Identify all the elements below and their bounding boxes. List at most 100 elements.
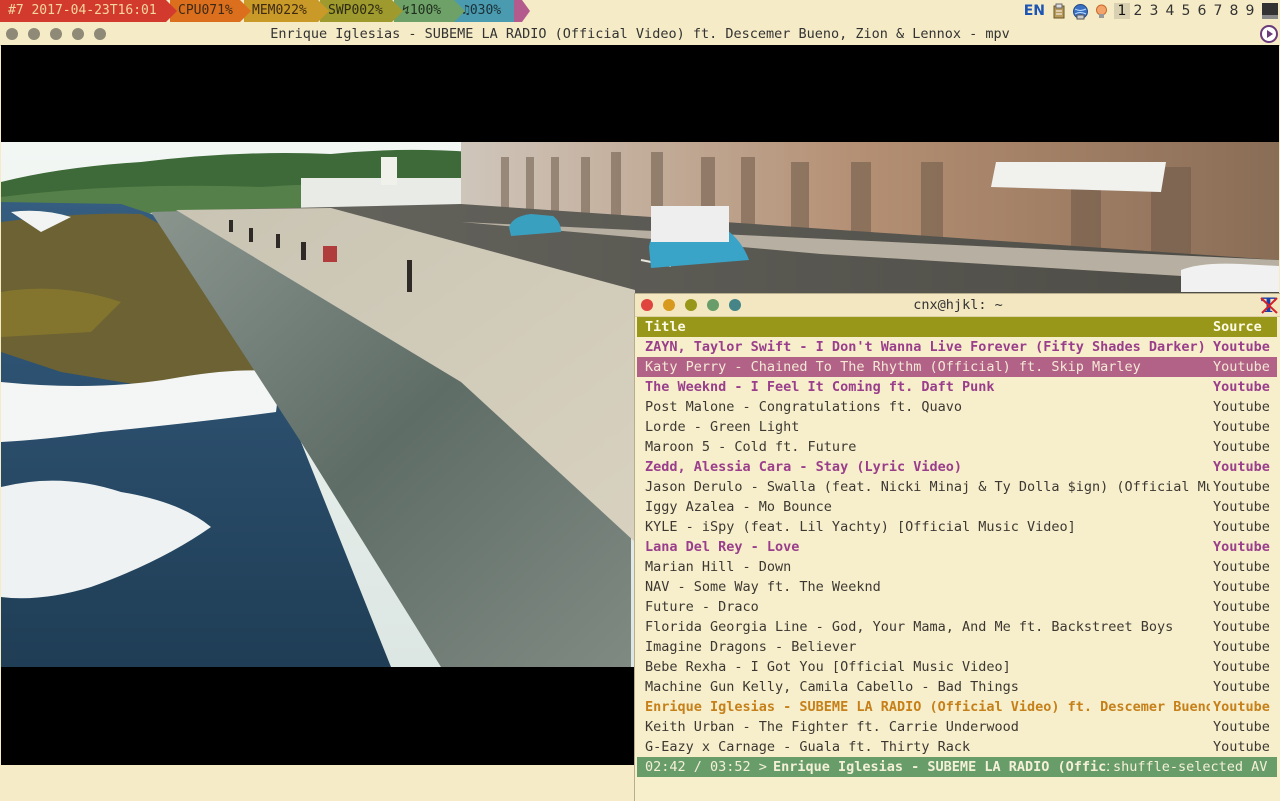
keyboard-layout-indicator[interactable]: EN: [1024, 3, 1045, 19]
track-title: Bebe Rexha - I Got You [Official Music V…: [645, 659, 1011, 675]
track-source: Youtube: [1213, 579, 1270, 595]
playlist-row[interactable]: NAV - Some Way ft. The Weeknd Youtube: [637, 577, 1277, 597]
playlist-row[interactable]: Machine Gun Kelly, Camila Cabello - Bad …: [637, 677, 1277, 697]
workspace-1[interactable]: 1: [1114, 3, 1130, 19]
track-title: Jason Derulo - Swalla (feat. Nicki Minaj…: [645, 479, 1210, 495]
status-bar: #7 2017-04-23T16:01 CPU071% MEM022% SWP0…: [0, 0, 1280, 22]
workspace-3[interactable]: 3: [1146, 3, 1162, 19]
track-title: ZAYN, Taylor Swift - I Don't Wanna Live …: [645, 339, 1206, 355]
workspace-6[interactable]: 6: [1194, 3, 1210, 19]
window-title: Enrique Iglesias - SUBEME LA RADIO (Offi…: [270, 26, 1010, 42]
playlist-row[interactable]: Zedd, Alessia Cara - Stay (Lyric Video) Y…: [637, 457, 1277, 477]
battery-indicator: ↯100%: [394, 0, 465, 22]
playlist-row[interactable]: Imagine Dragons - Believer Youtube: [637, 637, 1277, 657]
track-title: Katy Perry - Chained To The Rhythm (Offi…: [645, 359, 1141, 375]
cpu-indicator: CPU071%: [170, 0, 251, 22]
track-title: Lana Del Rey - Love: [645, 539, 800, 555]
workspace-9[interactable]: 9: [1242, 3, 1258, 19]
playlist-row[interactable]: Post Malone - Congratulations ft. Quavo Y…: [637, 397, 1277, 417]
lightbulb-icon[interactable]: [1093, 3, 1110, 20]
terminal-app-icon: T: [1259, 293, 1279, 317]
swap-indicator: SWP002%: [320, 0, 403, 22]
track-title: Zedd, Alessia Cara - Stay (Lyric Video): [645, 459, 962, 475]
track-title: Florida Georgia Line - God, Your Mama, A…: [645, 619, 1174, 635]
terminal-titlebar[interactable]: cnx@hjkl: ~ T: [635, 293, 1280, 317]
track-title: Iggy Azalea - Mo Bounce: [645, 499, 832, 515]
playlist-row[interactable]: ZAYN, Taylor Swift - I Don't Wanna Live …: [637, 337, 1277, 357]
playlist-row[interactable]: The Weeknd - I Feel It Coming ft. Daft P…: [637, 377, 1277, 397]
workspace-5[interactable]: 5: [1178, 3, 1194, 19]
track-title: Lorde - Green Light: [645, 419, 800, 435]
track-title: Future - Draco: [645, 599, 759, 615]
track-title: NAV - Some Way ft. The Weeknd: [645, 579, 881, 595]
memory-indicator: MEM022%: [244, 0, 329, 22]
playlist-row[interactable]: Katy Perry - Chained To The Rhythm (Offi…: [637, 357, 1277, 377]
track-source: Youtube: [1213, 739, 1270, 755]
playlist-row[interactable]: Lorde - Green Light Youtube: [637, 417, 1277, 437]
track-title: Maroon 5 - Cold ft. Future: [645, 439, 857, 455]
track-source: Youtube: [1213, 459, 1270, 475]
terminal-title: cnx@hjkl: ~: [913, 297, 1003, 313]
layout-icon[interactable]: [1262, 3, 1278, 19]
track-source: Youtube: [1213, 379, 1270, 395]
track-source: Youtube: [1213, 639, 1270, 655]
track-source: Youtube: [1213, 559, 1270, 575]
track-source: Youtube: [1213, 619, 1270, 635]
track-title: G-Eazy x Carnage - Guala ft. Thirty Rack: [645, 739, 971, 755]
track-title: The Weeknd - I Feel It Coming ft. Daft P…: [645, 379, 995, 395]
mpv-titlebar[interactable]: Enrique Iglesias - SUBEME LA RADIO (Offi…: [0, 23, 1280, 46]
playlist[interactable]: Title Source ZAYN, Taylor Swift - I Don'…: [637, 317, 1277, 757]
playlist-row[interactable]: Marian Hill - Down Youtube: [637, 557, 1277, 577]
track-title: Imagine Dragons - Believer: [645, 639, 857, 655]
track-source: Youtube: [1213, 419, 1270, 435]
track-title: Marian Hill - Down: [645, 559, 792, 575]
playlist-rows: ZAYN, Taylor Swift - I Don't Wanna Live …: [637, 337, 1277, 757]
track-source: Youtube: [1213, 719, 1270, 735]
track-source: Youtube: [1213, 659, 1270, 675]
track-source: Youtube: [1213, 599, 1270, 615]
track-source: Youtube: [1213, 479, 1270, 495]
track-source: Youtube: [1213, 539, 1270, 555]
track-title: Machine Gun Kelly, Camila Cabello - Bad …: [645, 679, 1019, 695]
track-title: Keith Urban - The Fighter ft. Carrie Und…: [645, 719, 1019, 735]
workspace-2[interactable]: 2: [1130, 3, 1146, 19]
playback-mode: shuffle-selected AV: [1113, 759, 1268, 775]
playlist-row[interactable]: Jason Derulo - Swalla (feat. Nicki Minaj…: [637, 477, 1277, 497]
workspace-7[interactable]: 7: [1210, 3, 1226, 19]
track-source: Youtube: [1213, 439, 1270, 455]
now-playing-title: Enrique Iglesias - SUBEME LA RADIO (Offi…: [773, 759, 1109, 775]
track-source: Youtube: [1213, 359, 1270, 375]
playlist-row[interactable]: Future - Draco Youtube: [637, 597, 1277, 617]
track-title: Enrique Iglesias - SUBEME LA RADIO (Offi…: [645, 699, 1210, 715]
column-source-header[interactable]: Source: [1213, 317, 1262, 337]
terminal-window[interactable]: cnx@hjkl: ~ T Title Source ZAYN, Taylor …: [634, 293, 1280, 801]
track-source: Youtube: [1213, 699, 1270, 715]
track-source: Youtube: [1213, 339, 1270, 355]
workspace-8[interactable]: 8: [1226, 3, 1242, 19]
player-status-line: 02:42 / 03:52 > Enrique Iglesias - SUBEM…: [637, 757, 1277, 777]
playlist-row[interactable]: G-Eazy x Carnage - Guala ft. Thirty Rack…: [637, 737, 1277, 757]
clipboard-icon[interactable]: [1051, 3, 1068, 20]
network-globe-icon[interactable]: [1072, 3, 1089, 20]
workspace-4[interactable]: 4: [1162, 3, 1178, 19]
track-title: Post Malone - Congratulations ft. Quavo: [645, 399, 962, 415]
playlist-row[interactable]: Lana Del Rey - Love Youtube: [637, 537, 1277, 557]
track-source: Youtube: [1213, 679, 1270, 695]
playlist-row[interactable]: KYLE - iSpy (feat. Lil Yachty) [Official…: [637, 517, 1277, 537]
playlist-row[interactable]: Enrique Iglesias - SUBEME LA RADIO (Offi…: [637, 697, 1277, 717]
playlist-header: Title Source: [637, 317, 1277, 337]
workspace-date-indicator: #7 2017-04-23T16:01: [0, 0, 177, 22]
playback-time: 02:42 / 03:52 >: [645, 759, 767, 775]
column-title-header[interactable]: Title: [645, 317, 1210, 337]
mpv-app-icon: [1260, 25, 1278, 43]
track-title: KYLE - iSpy (feat. Lil Yachty) [Official…: [645, 519, 1076, 535]
system-tray: EN 1 2 3 4 5 6 7 8 9: [1024, 0, 1280, 22]
playlist-row[interactable]: Bebe Rexha - I Got You [Official Music V…: [637, 657, 1277, 677]
track-source: Youtube: [1213, 519, 1270, 535]
track-source: Youtube: [1213, 399, 1270, 415]
playlist-row[interactable]: Iggy Azalea - Mo Bounce Youtube: [637, 497, 1277, 517]
playlist-row[interactable]: Florida Georgia Line - God, Your Mama, A…: [637, 617, 1277, 637]
playlist-row[interactable]: Keith Urban - The Fighter ft. Carrie Und…: [637, 717, 1277, 737]
playlist-row[interactable]: Maroon 5 - Cold ft. Future Youtube: [637, 437, 1277, 457]
track-source: Youtube: [1213, 499, 1270, 515]
